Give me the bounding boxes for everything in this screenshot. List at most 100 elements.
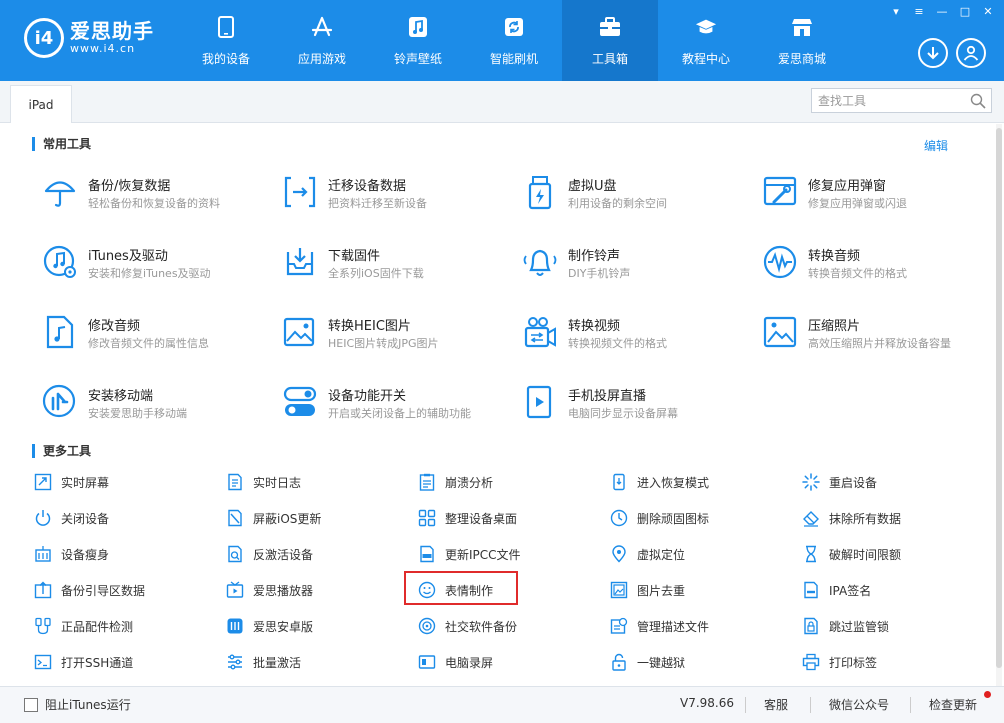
more-tool-deactivate-device[interactable]: 反激活设备	[226, 543, 313, 565]
tool-repair-app-popup[interactable]: 修复应用弹窗 修复应用弹窗或闪退	[762, 172, 992, 222]
broom-icon	[35, 546, 51, 562]
nav-smart-flash[interactable]: 智能刷机	[466, 0, 562, 81]
more-tool-skip-supervision-lock[interactable]: 跳过监管锁	[802, 615, 889, 637]
tool-make-ringtone[interactable]: 制作铃声 DIY手机铃声	[522, 242, 752, 292]
tool-convert-audio[interactable]: 转换音频 转换音频文件的格式	[762, 242, 992, 292]
status-bar: 阻止iTunes运行 V7.98.66 客服 微信公众号 检查更新	[0, 686, 1004, 723]
more-tool-realtime-log[interactable]: 实时日志	[226, 471, 301, 493]
block-itunes-label[interactable]: 阻止iTunes运行	[45, 696, 131, 713]
nav-shop[interactable]: 爱思商城	[754, 0, 850, 81]
tool-edit-audio[interactable]: 修改音频 修改音频文件的属性信息	[42, 312, 272, 362]
user-account-button[interactable]	[956, 38, 986, 68]
more-tool-image-dedupe[interactable]: 图片去重	[610, 579, 685, 601]
nav-my-device[interactable]: 我的设备	[178, 0, 274, 81]
backup-boot-icon	[34, 581, 52, 599]
nav-ringtones-wallpapers[interactable]: 铃声壁纸	[370, 0, 466, 81]
tool-title: 转换视频	[568, 319, 621, 334]
nav-tutorials[interactable]: 教程中心	[658, 0, 754, 81]
more-tool-label: 反激活设备	[253, 547, 314, 562]
more-tool-label: 崩溃分析	[445, 475, 494, 490]
more-tool-ipa-sign[interactable]: IPA签名	[802, 579, 871, 601]
nav-label: 我的设备	[201, 52, 250, 66]
more-tool-backup-boot-data[interactable]: 备份引导区数据	[34, 579, 145, 601]
more-tool-social-backup[interactable]: 社交软件备份	[418, 615, 517, 637]
more-tool-label: 实时日志	[253, 475, 302, 490]
menu-icon[interactable]: ≡	[909, 4, 929, 18]
block-update-icon	[228, 509, 242, 527]
i4-mobile-icon	[42, 384, 76, 418]
more-tool-crash-analysis[interactable]: 崩溃分析	[418, 471, 493, 493]
tool-convert-heic[interactable]: 转换HEIC图片 HEIC图片转成JPG图片	[282, 312, 512, 362]
more-tool-label: 整理设备桌面	[445, 511, 518, 526]
tool-backup-restore[interactable]: 备份/恢复数据 轻松备份和恢复设备的资料	[42, 172, 272, 222]
more-tool-crack-time-limit[interactable]: 破解时间限额	[802, 543, 901, 565]
main-nav: 我的设备 应用游戏 铃声壁纸 智能刷机 工具箱 教程中心 爱思商城	[178, 0, 850, 81]
search-input[interactable]	[812, 89, 962, 112]
tool-download-firmware[interactable]: 下载固件 全系列iOS固件下载	[282, 242, 512, 292]
more-tool-batch-activate[interactable]: 批量激活	[226, 651, 301, 673]
more-tool-shutdown[interactable]: 关闭设备	[34, 507, 109, 529]
more-tool-recovery-mode[interactable]: 进入恢复模式	[610, 471, 709, 493]
more-tool-i4-android[interactable]: 爱思安卓版	[226, 615, 313, 637]
more-tool-erase-all-data[interactable]: 抹除所有数据	[802, 507, 901, 529]
more-tool-open-ssh[interactable]: 打开SSH通道	[34, 651, 133, 673]
nav-toolbox[interactable]: 工具箱	[562, 0, 658, 81]
more-tool-label: 重启设备	[829, 475, 878, 490]
nav-apps-games[interactable]: 应用游戏	[274, 0, 370, 81]
more-tool-label: 设备瘦身	[61, 547, 110, 562]
more-tool-restart[interactable]: 重启设备	[802, 471, 877, 493]
tool-title: 虚拟U盘	[568, 179, 617, 194]
more-tool-label: 正品配件检测	[61, 619, 134, 634]
more-tool-label: 抹除所有数据	[829, 511, 902, 526]
close-icon[interactable]: ✕	[978, 4, 998, 18]
transfer-icon	[284, 176, 316, 208]
nav-label: 教程中心	[681, 52, 730, 66]
more-tool-accessory-check[interactable]: 正品配件检测	[34, 615, 133, 637]
more-tool-label: 虚拟定位	[637, 547, 686, 562]
more-tool-update-ipcc[interactable]: 更新IPCC文件	[418, 543, 521, 565]
more-tool-slim-device[interactable]: 设备瘦身	[34, 543, 109, 565]
i4-logo-icon: i4	[24, 18, 64, 58]
tool-install-mobile[interactable]: 安装移动端 安装爱思助手移动端	[42, 382, 272, 432]
tool-compress-photo[interactable]: 压缩照片 高效压缩照片并释放设备容量	[762, 312, 992, 362]
support-link[interactable]: 客服	[764, 696, 788, 713]
photo-compress-icon	[763, 316, 797, 348]
tool-virtual-udisk[interactable]: 虚拟U盘 利用设备的剩余空间	[522, 172, 752, 222]
more-tool-print-label[interactable]: 打印标签	[802, 651, 877, 673]
more-tool-organize-desktop[interactable]: 整理设备桌面	[418, 507, 517, 529]
more-tool-block-ios-update[interactable]: 屏蔽iOS更新	[226, 507, 321, 529]
scrollbar-thumb[interactable]	[996, 128, 1002, 668]
more-tool-label: IPA签名	[829, 583, 872, 598]
skin-icon[interactable]: ▾	[886, 4, 906, 18]
image-convert-icon	[283, 317, 315, 347]
tool-device-switches[interactable]: 设备功能开关 开启或关闭设备上的辅助功能	[282, 382, 512, 432]
edit-link[interactable]: 编辑	[924, 137, 948, 154]
tool-itunes-driver[interactable]: iTunes及驱动 安装和修复iTunes及驱动	[42, 242, 272, 292]
more-tool-screen-record[interactable]: 电脑录屏	[418, 651, 493, 673]
more-tool-delete-stubborn-icons[interactable]: 删除顽固图标	[610, 507, 709, 529]
download-manager-button[interactable]	[918, 38, 948, 68]
tool-convert-video[interactable]: 转换视频 转换视频文件的格式	[522, 312, 752, 362]
restart-icon	[802, 473, 820, 491]
cable-check-icon	[35, 617, 51, 635]
more-tool-label: 社交软件备份	[445, 619, 518, 634]
tool-screen-cast[interactable]: 手机投屏直播 电脑同步显示设备屏幕	[522, 382, 752, 432]
more-tool-manage-profiles[interactable]: 管理描述文件	[610, 615, 709, 637]
wechat-link[interactable]: 微信公众号	[829, 696, 889, 713]
download-arrow-icon	[927, 47, 939, 60]
block-itunes-checkbox[interactable]	[24, 698, 38, 712]
tool-title: 手机投屏直播	[568, 389, 647, 404]
tool-title: 设备功能开关	[328, 389, 407, 404]
more-tool-virtual-location[interactable]: 虚拟定位	[610, 543, 685, 565]
search-icon[interactable]	[970, 93, 986, 109]
more-tool-i4-player[interactable]: 爱思播放器	[226, 579, 313, 601]
more-tool-one-click-jailbreak[interactable]: 一键越狱	[610, 651, 685, 673]
tool-migrate-data[interactable]: 迁移设备数据 把资料迁移至新设备	[282, 172, 512, 222]
app-logo: i4 爱思助手 www.i4.cn	[24, 18, 154, 58]
maximize-icon[interactable]: □	[955, 4, 975, 18]
check-update-link[interactable]: 检查更新	[929, 696, 977, 713]
more-tool-realtime-screen[interactable]: 实时屏幕	[34, 471, 109, 493]
tab-device[interactable]: iPad	[10, 85, 72, 123]
batch-activate-icon	[228, 654, 242, 670]
minimize-icon[interactable]: —	[932, 4, 952, 18]
